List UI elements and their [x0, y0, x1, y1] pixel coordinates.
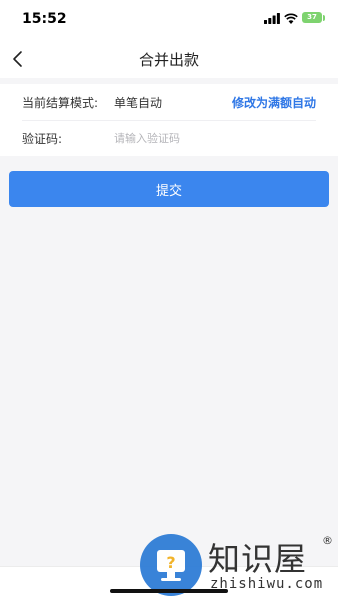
wifi-icon: [284, 13, 298, 24]
verification-code-label: 验证码:: [22, 132, 63, 146]
nav-bar: 合并出款: [0, 40, 338, 78]
home-indicator: [110, 589, 228, 593]
watermark-logo-icon: ?: [140, 534, 202, 596]
settlement-mode-label: 当前结算模式:: [22, 96, 99, 110]
status-icons: 37: [264, 12, 326, 27]
settlement-mode-value: 单笔自动: [114, 96, 163, 110]
watermark-title: 知识屋: [208, 540, 308, 578]
battery-icon: 37: [302, 12, 322, 23]
watermark: ? 知识屋 ® zhishiwu.com: [138, 532, 338, 596]
signal-icon: [264, 13, 280, 24]
switch-mode-link[interactable]: 修改为满额自动: [232, 94, 316, 111]
status-bar: 15:52 37: [0, 0, 338, 40]
verification-code-row: 验证码:: [22, 120, 316, 156]
form-card: 当前结算模式: 单笔自动 修改为满额自动 验证码:: [0, 84, 338, 156]
verification-code-input[interactable]: [112, 126, 256, 150]
status-time: 15:52: [22, 11, 67, 27]
watermark-registered-mark: ®: [322, 534, 333, 547]
page-title: 合并出款: [138, 51, 199, 69]
svg-text:?: ?: [166, 553, 175, 572]
battery-tip: [323, 15, 325, 21]
settlement-mode-row: 当前结算模式: 单笔自动 修改为满额自动: [22, 84, 316, 121]
submit-button[interactable]: 提交: [9, 171, 329, 207]
